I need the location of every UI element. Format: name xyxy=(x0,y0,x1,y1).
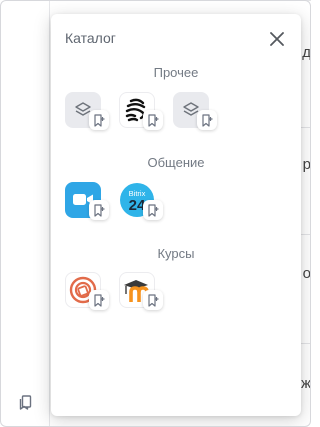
background-divider xyxy=(300,343,311,344)
left-sidebar xyxy=(0,0,50,427)
pin-button[interactable] xyxy=(89,200,109,220)
app-item[interactable]: Bitrix 24 xyxy=(119,182,165,228)
bookmark-icon[interactable] xyxy=(17,393,35,413)
bookmark-add-icon xyxy=(148,293,159,307)
app-item[interactable] xyxy=(119,272,165,318)
catalog-popup: Каталог Прочее Общение Bitrix 24 Курсы xyxy=(51,14,301,416)
app-item[interactable] xyxy=(65,92,111,138)
bookmark-add-icon xyxy=(148,113,159,127)
close-icon xyxy=(270,32,284,46)
pin-button[interactable] xyxy=(143,290,163,310)
section-title: Общение xyxy=(147,155,205,170)
bookmark-add-icon xyxy=(148,203,159,217)
section-title: Прочее xyxy=(153,65,199,80)
pin-button[interactable] xyxy=(143,110,163,130)
pin-button[interactable] xyxy=(89,290,109,310)
app-window: д р о ж Каталог Прочее Общение Bitrix 24… xyxy=(0,0,311,427)
bookmark-add-icon xyxy=(94,113,105,127)
background-text: о xyxy=(302,265,311,282)
background-divider xyxy=(300,127,311,128)
bookmark-add-icon xyxy=(94,293,105,307)
bookmark-add-icon xyxy=(202,113,213,127)
pin-button[interactable] xyxy=(143,200,163,220)
background-text: р xyxy=(302,156,311,173)
close-button[interactable] xyxy=(266,28,288,50)
pin-button[interactable] xyxy=(197,110,217,130)
background-divider xyxy=(300,234,311,235)
background-text: ж xyxy=(300,375,311,392)
section-title: Курсы xyxy=(157,246,195,261)
popup-title: Каталог xyxy=(65,30,116,46)
app-item[interactable] xyxy=(65,272,111,318)
app-item[interactable] xyxy=(173,92,219,138)
pin-button[interactable] xyxy=(89,110,109,130)
app-item[interactable] xyxy=(119,92,165,138)
background-text: д xyxy=(302,44,311,61)
app-item[interactable] xyxy=(65,182,111,228)
bookmark-add-icon xyxy=(94,203,105,217)
